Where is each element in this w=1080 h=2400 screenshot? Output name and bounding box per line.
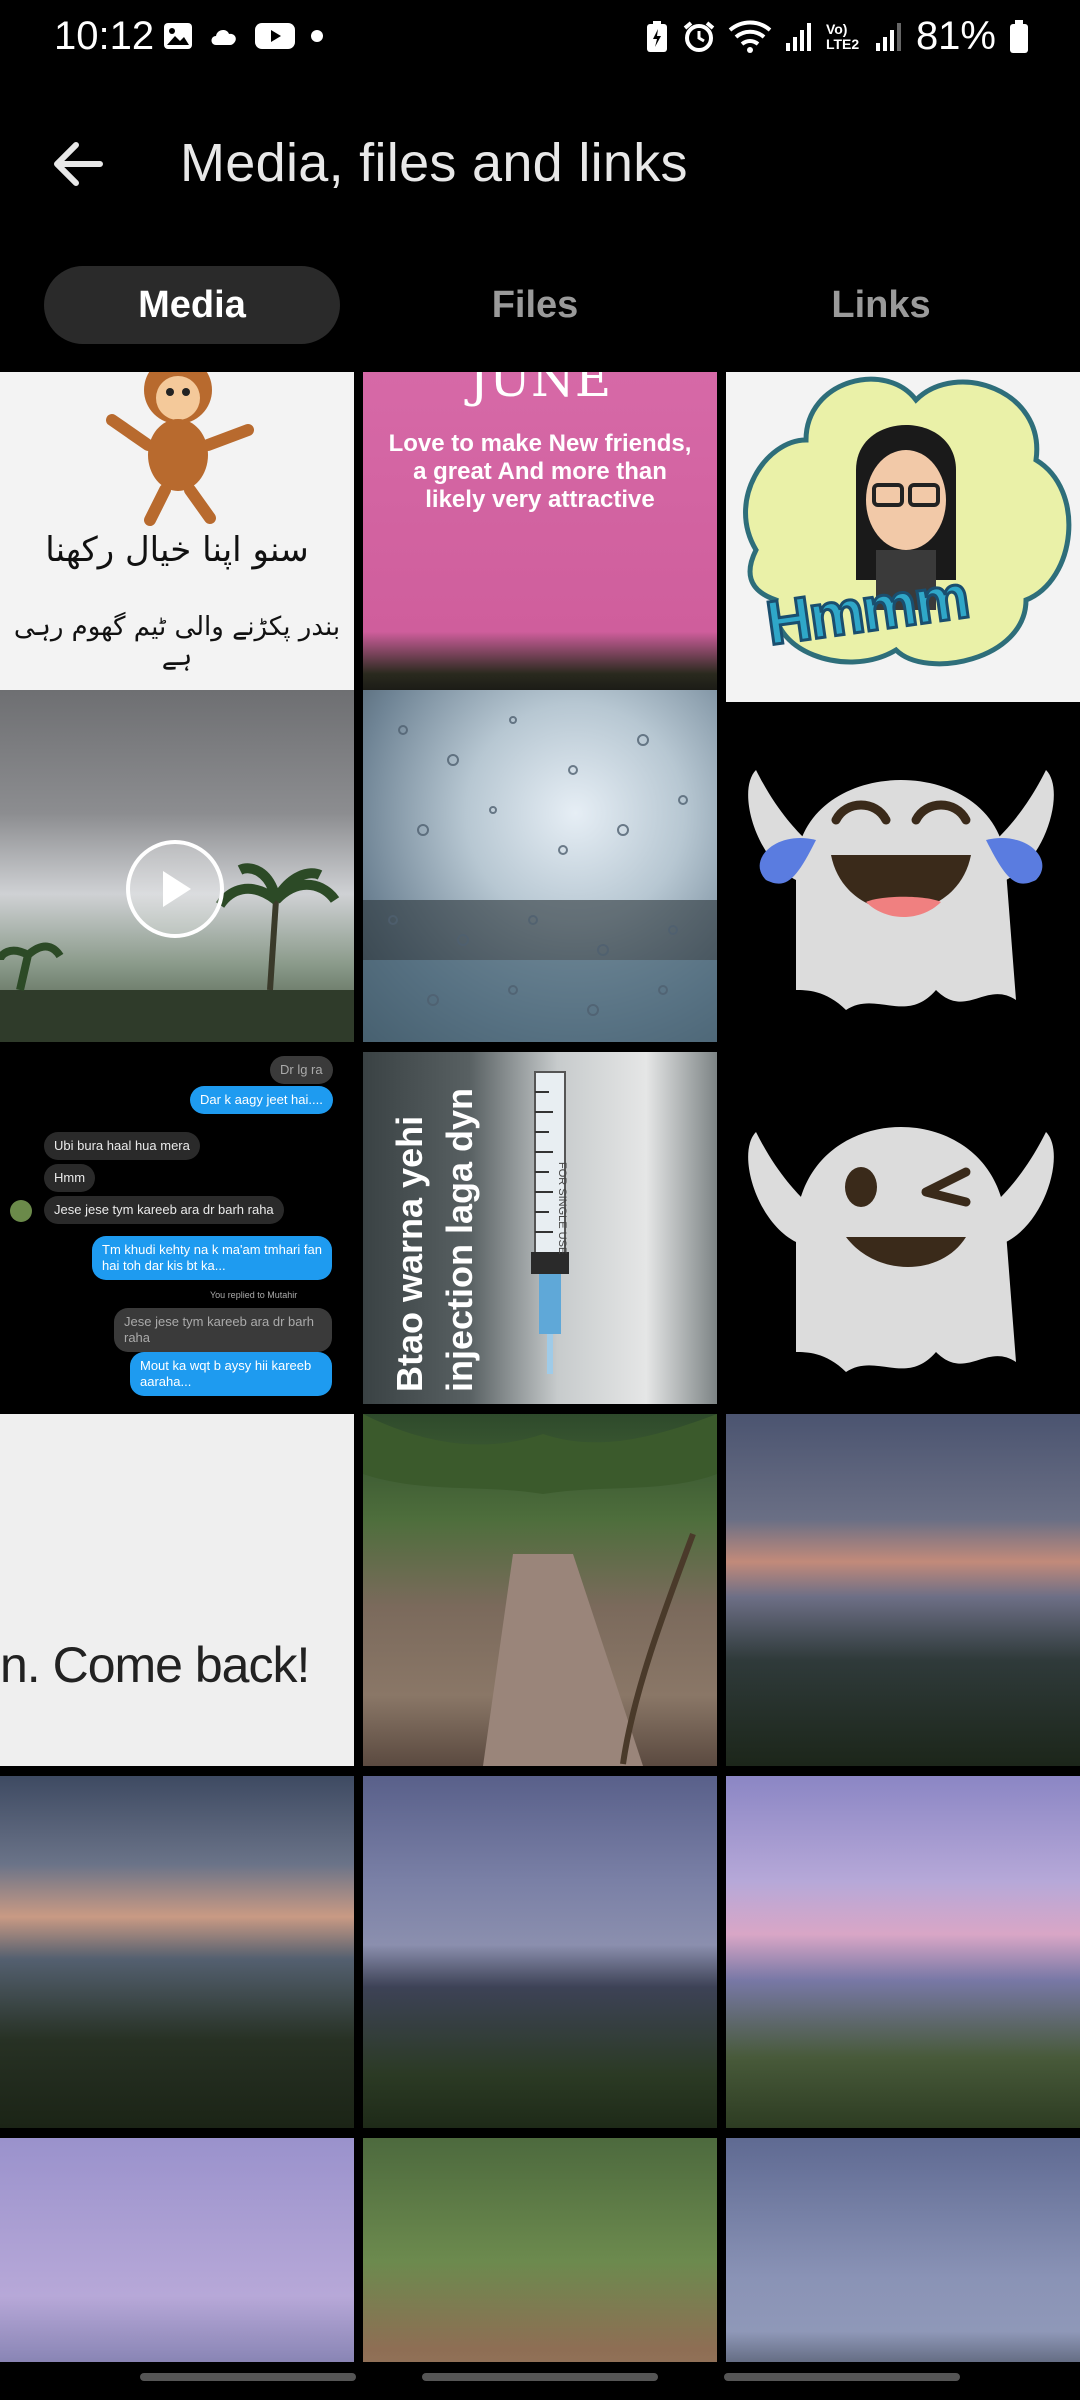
june-quote-text: Love to make New friends, a great And mo… xyxy=(388,430,692,513)
chat-bubble-1: Dr lg ra xyxy=(270,1056,333,1084)
status-time: 10:12 xyxy=(54,14,155,58)
media-thumb-hmm-sticker[interactable]: Hmmm xyxy=(726,372,1080,702)
media-grid: سنو اپنا خیال رکھنا بندر پکڑنے والی ٹیم … xyxy=(0,372,1080,2362)
media-thumb-rain-window[interactable] xyxy=(363,690,717,1042)
media-thumb-ghost-laughing[interactable] xyxy=(726,690,1080,1042)
media-thumb-video-storm[interactable] xyxy=(0,690,354,1042)
scroll-indicator-right xyxy=(724,2373,960,2381)
media-thumb-chat-screenshot[interactable]: Dr lg ra Dar k aagy jeet hai.... Ubi bur… xyxy=(0,1052,354,1404)
raindrops-pattern xyxy=(363,716,717,1042)
come-back-text: n. Come back! xyxy=(0,1637,310,1693)
tab-media[interactable]: Media xyxy=(44,266,340,344)
urdu-text-1: سنو اپنا خیال رکھنا xyxy=(45,530,309,570)
page-title: Media, files and links xyxy=(180,133,688,193)
media-thumb-city-dusk-1[interactable] xyxy=(726,1414,1080,1766)
media-thumb-come-back[interactable]: n. Come back! xyxy=(0,1414,354,1766)
syringe-label: FOR SINGLE USE xyxy=(556,1162,568,1255)
wifi-icon xyxy=(728,20,772,53)
scroll-indicator-left xyxy=(140,2373,356,2381)
battery-saver-icon xyxy=(646,20,667,52)
urdu-text-2: بندر پکڑنے والی ٹیم گھوم رہی ہے xyxy=(13,612,341,672)
chat-bubble-7: Jese jese tym kareeb ara dr barh raha xyxy=(114,1308,332,1352)
tab-files[interactable]: Files xyxy=(390,266,680,344)
media-thumb-syringe[interactable]: FOR SINGLE USE Btao warna yehi injection… xyxy=(363,1052,717,1404)
signal-icon xyxy=(785,22,811,51)
status-right-icons: Vo) LTE2 81% xyxy=(644,14,1030,59)
media-thumb-gorge[interactable] xyxy=(363,2138,717,2362)
media-thumb-city-dusk-3[interactable] xyxy=(363,1776,717,2128)
media-thumb-city-dusk-2[interactable] xyxy=(0,1776,354,2128)
battery-percent: 81% xyxy=(915,14,996,58)
chat-avatar xyxy=(10,1200,32,1222)
arrow-left-icon[interactable] xyxy=(50,136,106,192)
signal-icon-2 xyxy=(875,22,901,51)
chat-reply-note: You replied to Mutahir xyxy=(210,1290,298,1300)
alarm-icon xyxy=(683,20,715,52)
media-thumb-forest-trail[interactable] xyxy=(363,1414,717,1766)
syringe-text-line1: Btao warna yehi xyxy=(389,1115,430,1392)
june-title: JUNE xyxy=(468,372,612,408)
forest-trail-scene xyxy=(363,1414,717,1766)
tab-links[interactable]: Links xyxy=(736,266,1026,344)
cloud-icon xyxy=(211,30,236,45)
dot-icon xyxy=(311,30,323,42)
youtube-icon xyxy=(255,23,295,49)
chat-bubble-8: Mout ka wqt b aysy hii kareeb aaraha... xyxy=(130,1352,332,1396)
battery-icon xyxy=(1010,19,1028,53)
syringe-text-line2: injection laga dyn xyxy=(439,1087,480,1392)
status-bar: 10:12 Vo) LTE2 81% xyxy=(0,0,1080,80)
chat-bubble-5: Jese jese tym kareeb ara dr barh raha xyxy=(44,1196,284,1224)
syringe-overlay-text: Btao warna yehi injection laga dyn xyxy=(383,1062,503,1392)
play-icon xyxy=(163,871,191,907)
chat-bubble-2: Dar k aagy jeet hai.... xyxy=(190,1086,333,1114)
scroll-indicator-center xyxy=(422,2373,658,2381)
chat-bubble-3: Ubi bura haal hua mera xyxy=(44,1132,200,1160)
ghost-laughing-sticker xyxy=(748,770,1054,1010)
tab-bar: Media Files Links xyxy=(44,266,1044,344)
ghost-wink-sticker xyxy=(748,1127,1054,1372)
media-thumb-monkey[interactable]: سنو اپنا خیال رکھنا بندر پکڑنے والی ٹیم … xyxy=(0,372,354,702)
media-thumb-ghost-wink[interactable] xyxy=(726,1052,1080,1404)
chat-bubble-6: Tm khudi kehty na k ma'am tmhari fan hai… xyxy=(92,1236,332,1280)
media-thumb-city-dusk-5[interactable] xyxy=(0,2138,354,2362)
gallery-icon xyxy=(164,23,192,49)
media-thumb-city-dusk-6[interactable] xyxy=(726,2138,1080,2362)
video-play-button[interactable] xyxy=(126,840,224,938)
chat-bubble-4: Hmm xyxy=(44,1164,96,1192)
back-button[interactable] xyxy=(40,126,116,202)
status-left-icons xyxy=(162,20,324,52)
media-thumb-june-quote[interactable]: JUNE Love to make New friends, a great A… xyxy=(363,372,717,702)
media-thumb-city-dusk-4[interactable] xyxy=(726,1776,1080,2128)
network-label: Vo) LTE2 xyxy=(825,20,860,52)
header: Media, files and links xyxy=(0,110,1080,210)
